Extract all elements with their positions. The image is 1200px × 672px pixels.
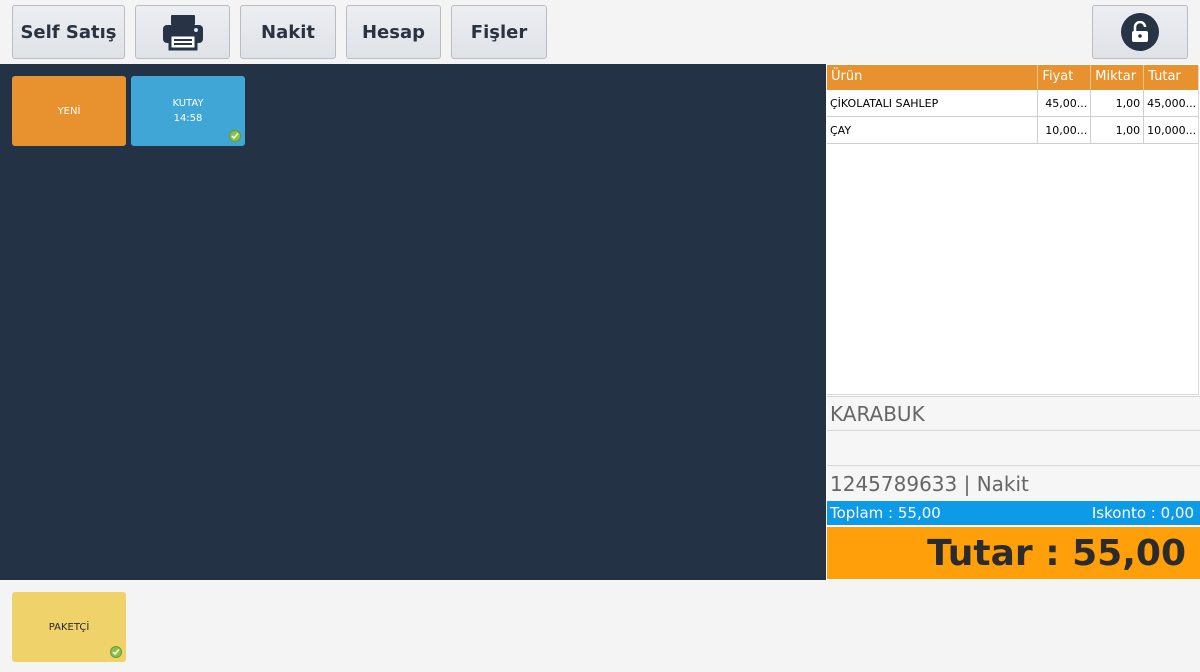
table-tile-yeni[interactable]: YENİ: [12, 76, 126, 146]
toplam-label: Toplam : 55,00: [830, 504, 941, 522]
customer-city: KARABUK: [827, 396, 1200, 430]
tutar-total: Tutar : 55,00: [927, 532, 1186, 574]
customer-address: [827, 430, 1200, 465]
tables-area: YENİ KUTAY 14:58: [0, 64, 826, 580]
col-header-urun[interactable]: Ürün: [827, 65, 1039, 90]
cell-fiyat: 45,00...: [1038, 90, 1092, 116]
self-satis-button[interactable]: Self Satış: [12, 5, 125, 59]
paketci-label: PAKETÇİ: [48, 621, 90, 633]
bottom-area: PAKETÇİ: [0, 580, 1200, 672]
check-icon: [110, 646, 122, 658]
table-tile-kutay[interactable]: KUTAY 14:58: [131, 76, 245, 146]
paketci-tile[interactable]: PAKETÇİ: [12, 592, 126, 662]
hesap-button[interactable]: Hesap: [346, 5, 441, 59]
table-name: KUTAY: [172, 98, 204, 109]
cell-tutar: 10,000...: [1147, 124, 1197, 137]
nakit-button[interactable]: Nakit: [240, 5, 336, 59]
order-panel: Ürün Fiyat Miktar Tutar ÇİKOLATALI SAHLE…: [826, 64, 1200, 580]
order-grid: Ürün Fiyat Miktar Tutar ÇİKOLATALI SAHLE…: [827, 65, 1199, 395]
fisler-button[interactable]: Fişler: [451, 5, 547, 59]
col-header-miktar[interactable]: Miktar: [1091, 65, 1145, 90]
iskonto-label: Iskonto : 0,00: [1091, 504, 1194, 522]
cell-fiyat: 10,00...: [1038, 117, 1092, 143]
table-name: YENİ: [57, 105, 81, 117]
check-icon: [229, 130, 241, 142]
customer-phone-payment: 1245789633 | Nakit: [827, 465, 1200, 501]
cell-miktar: 1,00: [1091, 117, 1145, 143]
table-row[interactable]: ÇİKOLATALI SAHLEP 45,00... 1,00 45,000..…: [827, 90, 1198, 117]
lock-button[interactable]: [1092, 5, 1188, 59]
print-button[interactable]: [135, 5, 230, 59]
total-bar: Tutar : 55,00: [827, 527, 1200, 579]
cell-urun: ÇAY: [827, 117, 1039, 143]
top-toolbar: Self Satış Nakit Hesap Fişler: [0, 0, 1200, 64]
cell-miktar: 1,00: [1091, 90, 1145, 116]
unlock-icon: [1121, 13, 1159, 51]
printer-icon: [162, 15, 203, 51]
cell-urun: ÇİKOLATALI SAHLEP: [827, 90, 1039, 116]
table-row[interactable]: ÇAY 10,00... 1,00 10,000...: [827, 117, 1198, 144]
col-header-tutar[interactable]: Tutar: [1144, 65, 1198, 90]
col-header-fiyat[interactable]: Fiyat: [1038, 65, 1092, 90]
grid-header: Ürün Fiyat Miktar Tutar: [827, 65, 1198, 90]
summary-bar: Toplam : 55,00 Iskonto : 0,00: [827, 501, 1200, 525]
cell-tutar: 45,000...: [1147, 97, 1197, 110]
table-time: 14:58: [173, 113, 203, 124]
